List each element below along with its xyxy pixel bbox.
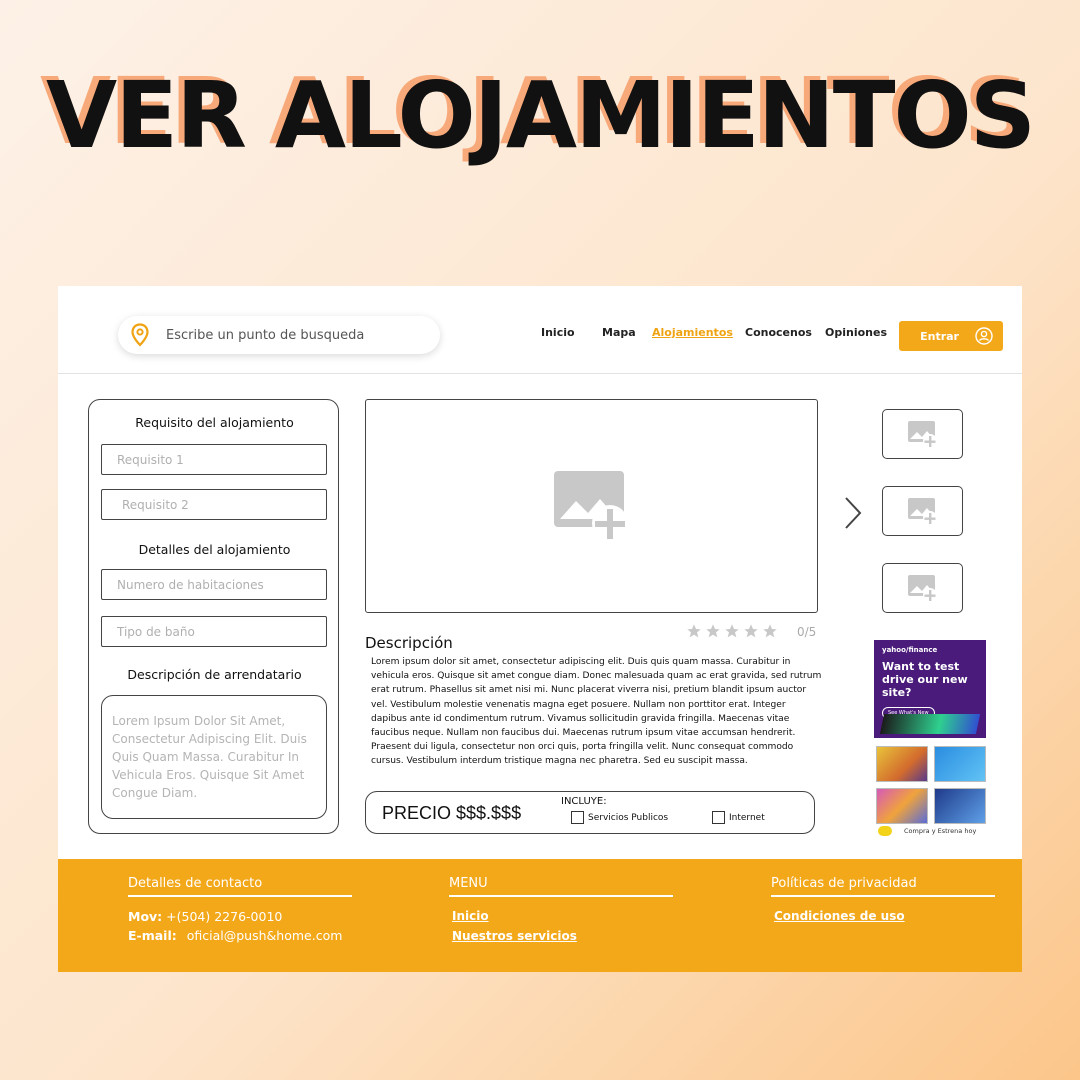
phone-value: +(504) 2276-0010 — [166, 909, 283, 924]
laptop-ad[interactable]: Compra y Estrena hoy — [874, 744, 988, 840]
user-icon — [975, 327, 993, 345]
thumbnail-2[interactable] — [882, 486, 963, 536]
login-button[interactable]: Entrar — [899, 321, 1003, 351]
internet-label: Internet — [729, 812, 765, 823]
landlord-description-textarea[interactable]: Lorem Ipsum Dolor Sit Amet, Consectetur … — [101, 695, 327, 819]
laptop-image — [934, 788, 986, 824]
footer-divider — [128, 895, 352, 897]
star-icon[interactable] — [686, 623, 702, 639]
footer: Detalles de contacto Mov: +(504) 2276-00… — [58, 859, 1022, 972]
store-logo — [878, 826, 892, 836]
website-mockup: Escribe un punto de busqueda Inicio Mapa… — [58, 286, 1022, 972]
ad-laptop-image — [879, 714, 981, 734]
rating-value: 0/5 — [797, 625, 817, 639]
email-value: oficial@push&home.com — [186, 928, 343, 943]
phone-row: Mov: +(504) 2276-0010 — [128, 909, 282, 924]
search-input[interactable]: Escribe un punto de busqueda — [166, 328, 364, 343]
details-title: Detalles del alojamiento — [138, 542, 291, 557]
price-box: PRECIO $$$.$$$ INCLUYE: Servicios Public… — [365, 791, 815, 834]
footer-link-servicios[interactable]: Nuestros servicios — [452, 929, 577, 943]
email-label: E-mail: — [128, 928, 177, 943]
landlord-title: Descripción de arrendatario — [127, 667, 302, 682]
nav-alojamientos[interactable]: Alojamientos — [652, 326, 733, 339]
menu-title: MENU — [449, 876, 488, 891]
thumbnail-3[interactable] — [882, 563, 963, 613]
price-label: PRECIO $$$.$$$ — [382, 803, 522, 823]
main-image-placeholder[interactable] — [365, 399, 818, 613]
laptop-image — [876, 746, 928, 782]
image-add-icon — [907, 421, 937, 448]
image-add-icon — [907, 575, 937, 602]
search-bar[interactable]: Escribe un punto de busqueda — [118, 316, 440, 354]
contact-title: Detalles de contacto — [128, 876, 263, 891]
thumbnail-1[interactable] — [882, 409, 963, 459]
chevron-right-icon[interactable] — [843, 496, 863, 530]
top-navbar: Escribe un punto de busqueda Inicio Mapa… — [58, 286, 1022, 374]
description-title: Descripción — [365, 634, 453, 652]
bathroom-type-input[interactable]: Tipo de baño — [101, 616, 327, 647]
footer-divider — [449, 895, 673, 897]
utilities-label: Servicios Publicos — [588, 812, 669, 823]
rooms-input[interactable]: Numero de habitaciones — [101, 569, 327, 600]
nav-conocenos[interactable]: Conocenos — [745, 326, 812, 339]
privacy-title: Políticas de privacidad — [771, 876, 917, 891]
laptop-image — [876, 788, 928, 824]
internet-checkbox[interactable]: Internet — [712, 811, 765, 824]
image-add-icon — [553, 471, 628, 541]
footer-divider — [771, 895, 995, 897]
star-icon[interactable] — [743, 623, 759, 639]
email-row: E-mail: oficial@push&home.com — [128, 928, 342, 943]
image-add-icon — [907, 498, 937, 525]
requirement-2-input[interactable]: Requisito 2 — [101, 489, 327, 520]
checkbox[interactable] — [712, 811, 725, 824]
location-pin-icon — [131, 323, 149, 347]
includes-label: INCLUYE: — [561, 796, 607, 807]
star-icon[interactable] — [705, 623, 721, 639]
login-label: Entrar — [920, 329, 959, 343]
star-icon[interactable] — [762, 623, 778, 639]
page-headline: VER ALOJAMIENTOS — [46, 62, 1036, 169]
footer-link-condiciones[interactable]: Condiciones de uso — [774, 909, 905, 923]
star-rating[interactable] — [686, 623, 778, 639]
yahoo-finance-ad[interactable]: yahoo/finance Want to test drive our new… — [874, 640, 986, 738]
laptop-image — [934, 746, 986, 782]
checkbox[interactable] — [571, 811, 584, 824]
star-icon[interactable] — [724, 623, 740, 639]
nav-inicio[interactable]: Inicio — [541, 326, 575, 339]
utilities-checkbox[interactable]: Servicios Publicos — [571, 811, 668, 824]
footer-link-inicio[interactable]: Inicio — [452, 909, 489, 923]
description-text: Lorem ipsum dolor sit amet, consectetur … — [371, 657, 822, 767]
phone-label: Mov: — [128, 909, 163, 924]
ad-tagline: Compra y Estrena hoy — [904, 827, 977, 835]
nav-opiniones[interactable]: Opiniones — [825, 326, 887, 339]
requirements-panel: Requisito del alojamiento Requisito 1 Re… — [88, 399, 339, 834]
requirement-1-input[interactable]: Requisito 1 — [101, 444, 327, 475]
ad-headline: Want to test drive our new site? — [882, 660, 968, 699]
nav-mapa[interactable]: Mapa — [602, 326, 636, 339]
ad-brand: yahoo/finance — [882, 646, 938, 654]
requirements-title: Requisito del alojamiento — [135, 415, 294, 430]
